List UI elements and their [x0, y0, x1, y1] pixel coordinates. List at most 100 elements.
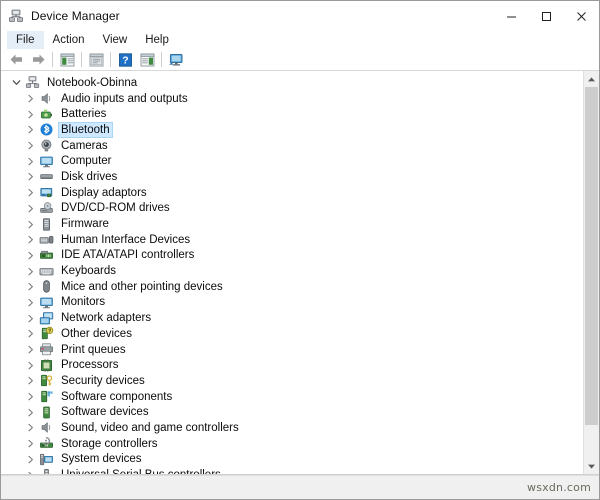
tree-item-human-interface-devices[interactable]: Human Interface Devices	[1, 232, 583, 248]
content-area: Notebook-Obinna Audio inputs and outputs…	[1, 71, 599, 475]
tree-item-security-devices[interactable]: Security devices	[1, 373, 583, 389]
chevron-right-icon[interactable]	[25, 391, 36, 402]
printer-icon	[39, 342, 54, 357]
chevron-right-icon[interactable]	[25, 171, 36, 182]
menu-item-help[interactable]: Help	[136, 31, 178, 49]
mouse-icon	[39, 279, 54, 294]
chevron-right-icon[interactable]	[25, 203, 36, 214]
properties-icon[interactable]	[56, 50, 78, 70]
chevron-right-icon[interactable]	[25, 360, 36, 371]
tree-item-software-devices[interactable]: Software devices	[1, 404, 583, 420]
toolbar-separator	[81, 52, 82, 67]
tree-root-node[interactable]: Notebook-Obinna	[1, 75, 583, 91]
tree-item-firmware[interactable]: Firmware	[1, 216, 583, 232]
chevron-right-icon[interactable]	[25, 438, 36, 449]
chevron-right-icon[interactable]	[25, 281, 36, 292]
tree-item-storage-controllers[interactable]: Storage controllers	[1, 436, 583, 452]
tree-item-cameras[interactable]: Cameras	[1, 138, 583, 154]
menu-bar: File Action View Help	[1, 31, 599, 49]
tree-item-label: Other devices	[61, 327, 132, 340]
tree-item-label: Print queues	[61, 343, 126, 356]
chevron-right-icon[interactable]	[25, 156, 36, 167]
chevron-right-icon[interactable]	[25, 344, 36, 355]
forward-arrow-icon[interactable]	[27, 50, 49, 70]
tree-item-ide-ata-atapi-controllers[interactable]: IDE ATA/ATAPI controllers	[1, 248, 583, 264]
title-bar: Device Manager	[1, 1, 599, 31]
tree-item-batteries[interactable]: Batteries	[1, 106, 583, 122]
toolbar-separator	[52, 52, 53, 67]
watermark-text: wsxdn.com	[527, 481, 591, 494]
tree-item-display-adaptors[interactable]: Display adaptors	[1, 185, 583, 201]
tree-item-label: Processors	[61, 359, 119, 372]
device-tree[interactable]: Notebook-Obinna Audio inputs and outputs…	[1, 71, 583, 474]
tree-item-system-devices[interactable]: System devices	[1, 452, 583, 468]
menu-item-view[interactable]: View	[94, 31, 137, 49]
tree-item-bluetooth[interactable]: Bluetooth	[1, 121, 583, 138]
chevron-right-icon[interactable]	[25, 454, 36, 465]
scrollbar-track[interactable]	[584, 87, 599, 458]
tree-item-label: Sound, video and game controllers	[61, 421, 239, 434]
tree-item-other-devices[interactable]: ? Other devices	[1, 326, 583, 342]
tree-item-label: Firmware	[61, 218, 109, 231]
menu-item-file[interactable]: File	[7, 31, 44, 49]
scrollbar-thumb[interactable]	[585, 87, 598, 425]
tree-item-label: Computer	[61, 155, 112, 168]
tree-item-dvd-cd-rom-drives[interactable]: DVD/CD-ROM drives	[1, 201, 583, 217]
chevron-down-icon[interactable]	[11, 77, 22, 88]
chevron-right-icon[interactable]	[25, 250, 36, 261]
tree-item-print-queues[interactable]: Print queues	[1, 342, 583, 358]
chevron-right-icon[interactable]	[25, 93, 36, 104]
tree-item-disk-drives[interactable]: Disk drives	[1, 169, 583, 185]
chevron-right-icon[interactable]	[25, 187, 36, 198]
chevron-right-icon[interactable]	[25, 407, 36, 418]
chevron-right-icon[interactable]	[25, 124, 36, 135]
optical-drive-icon	[39, 201, 54, 216]
tree-item-audio-inputs-and-outputs[interactable]: Audio inputs and outputs	[1, 91, 583, 107]
toolbar: ?	[1, 49, 599, 71]
chevron-right-icon[interactable]	[25, 219, 36, 230]
scroll-up-button[interactable]	[584, 71, 599, 87]
vertical-scrollbar[interactable]	[583, 71, 599, 474]
speaker-icon	[39, 420, 54, 435]
scan-hardware-changes-icon[interactable]	[136, 50, 158, 70]
back-arrow-icon[interactable]	[5, 50, 27, 70]
tree-item-mice-and-other-pointing-devices[interactable]: Mice and other pointing devices	[1, 279, 583, 295]
storage-controller-icon	[39, 436, 54, 451]
tree-item-label: Audio inputs and outputs	[61, 92, 188, 105]
chevron-right-icon[interactable]	[25, 375, 36, 386]
tree-item-label: Universal Serial Bus controllers	[59, 468, 223, 474]
chevron-right-icon[interactable]	[25, 297, 36, 308]
monitor-icon	[39, 154, 54, 169]
tree-item-label: Disk drives	[61, 170, 118, 183]
chevron-right-icon[interactable]	[25, 140, 36, 151]
system-device-icon	[39, 452, 54, 467]
tree-item-label: System devices	[61, 453, 142, 466]
show-hidden-devices-icon[interactable]	[165, 50, 187, 70]
tree-item-network-adapters[interactable]: Network adapters	[1, 310, 583, 326]
tree-item-sound-video-and-game-controllers[interactable]: Sound, video and game controllers	[1, 420, 583, 436]
software-device-icon	[39, 405, 54, 420]
maximize-button[interactable]	[529, 1, 564, 31]
tree-item-processors[interactable]: Processors	[1, 357, 583, 373]
tree-item-universal-serial-bus-controllers[interactable]: Universal Serial Bus controllers	[1, 467, 583, 474]
tree-item-label: Human Interface Devices	[61, 233, 191, 246]
tree-item-monitors[interactable]: Monitors	[1, 295, 583, 311]
tree-item-keyboards[interactable]: Keyboards	[1, 263, 583, 279]
tree-item-software-components[interactable]: Software components	[1, 389, 583, 405]
chevron-right-icon[interactable]	[25, 328, 36, 339]
chevron-right-icon[interactable]	[25, 266, 36, 277]
tree-item-computer[interactable]: Computer	[1, 153, 583, 169]
scroll-down-button[interactable]	[584, 458, 599, 474]
minimize-button[interactable]	[494, 1, 529, 31]
chevron-right-icon[interactable]	[25, 422, 36, 433]
close-button[interactable]	[564, 1, 599, 31]
chevron-right-icon[interactable]	[25, 234, 36, 245]
help-icon[interactable]: ?	[114, 50, 136, 70]
chevron-right-icon[interactable]	[25, 109, 36, 120]
device-manager-window: Device Manager File Action View Help ? N…	[0, 0, 600, 500]
chevron-right-icon[interactable]	[25, 470, 36, 474]
monitor-icon	[39, 295, 54, 310]
update-driver-icon[interactable]	[85, 50, 107, 70]
chevron-right-icon[interactable]	[25, 313, 36, 324]
menu-item-action[interactable]: Action	[44, 31, 94, 49]
